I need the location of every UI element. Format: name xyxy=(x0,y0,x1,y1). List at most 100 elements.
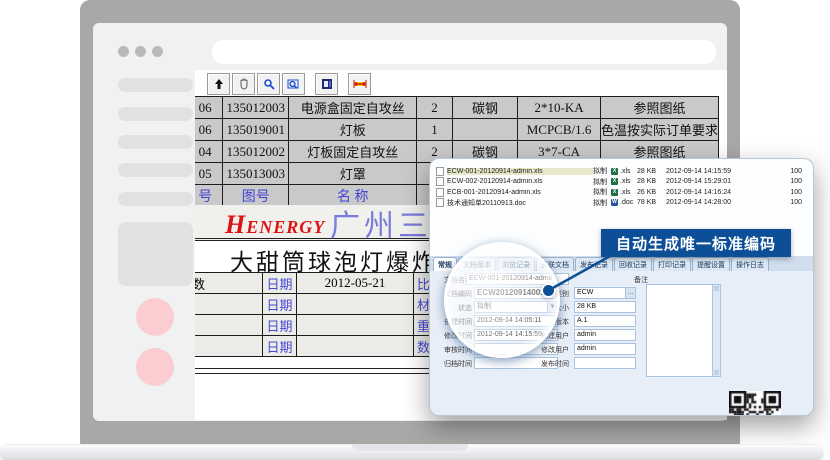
document-file-list: ECW-001-20120914-admin.xls 拟制 X .xls 28 … xyxy=(430,166,813,208)
publish-label: 发布时间 xyxy=(529,359,569,369)
category-field[interactable]: ECW… xyxy=(574,287,636,299)
bom-header-no: 号 xyxy=(195,185,223,207)
file-ext: .doc xyxy=(620,199,637,206)
sidebar-item-placeholder xyxy=(118,163,193,177)
bom-cell-name: 灯罩 xyxy=(289,163,417,185)
window-control-dot[interactable] xyxy=(152,46,163,57)
size-field: 28 KB xyxy=(574,301,636,313)
review-label: 审核时间 xyxy=(432,345,472,355)
window-control-dot[interactable] xyxy=(118,46,129,57)
file-time: 2012-09-14 14:15:59 xyxy=(666,168,750,175)
qr-code xyxy=(729,391,781,416)
file-size: 28 KB xyxy=(637,178,666,185)
toolbar-separator xyxy=(340,74,346,94)
publish-field xyxy=(574,357,636,369)
file-time: 2012-09-14 14:28:00 xyxy=(666,199,750,206)
file-size: 26 KB xyxy=(637,189,666,196)
bom-cell-no: 05 xyxy=(195,163,223,185)
bom-row: 06 135012003 电源盒固定自攻丝 2 碳钢 2*10-KA 参照图纸 xyxy=(195,97,719,119)
layout-view-icon[interactable] xyxy=(315,73,338,95)
callout-banner: 自动生成唯一标准编码 xyxy=(601,229,791,257)
file-ext: .xls xyxy=(620,189,637,196)
file-row[interactable]: ECW-002-20120914-admin.xls 拟制 X .xls 28 … xyxy=(430,177,813,188)
tab-operation-log[interactable]: 操作日志 xyxy=(731,257,769,271)
file-name: ECW-002-20120914-admin.xls xyxy=(447,178,593,185)
bom-cell-material xyxy=(452,119,517,141)
file-time: 2012-09-14 15:29:01 xyxy=(666,178,750,185)
callout-pointer-dot xyxy=(541,283,556,298)
file-row[interactable]: 技术通知单20110913.doc 拟制 W .doc 78 KB 2012-0… xyxy=(430,198,813,209)
tab-recycle-log[interactable]: 回收记录 xyxy=(614,257,652,271)
tab-print-log[interactable]: 打印记录 xyxy=(653,257,691,271)
date-left-cell xyxy=(195,294,263,315)
zoom-window-icon[interactable] xyxy=(257,73,280,95)
bom-cell-code: 135019001 xyxy=(223,119,289,141)
sidebar-avatar-circle xyxy=(136,298,174,336)
date-value xyxy=(297,336,414,357)
file-time: 2012-09-14 14:16:24 xyxy=(666,189,750,196)
date-label: 日期 xyxy=(263,336,297,357)
bom-cell-qty: 1 xyxy=(417,119,453,141)
file-status: 拟制 xyxy=(593,166,611,176)
file-score: 100 xyxy=(780,168,802,175)
magnifier-circle xyxy=(444,242,560,358)
date-row: 日期 数 xyxy=(195,336,448,357)
bom-header-code: 图号 xyxy=(223,185,289,207)
sidebar-item-placeholder xyxy=(118,78,193,92)
file-status: 拟制 xyxy=(593,187,611,197)
date-label: 日期 xyxy=(263,294,297,315)
date-value xyxy=(297,315,414,336)
bom-cell-material: 碳钢 xyxy=(452,97,517,119)
file-icon xyxy=(436,198,444,207)
file-status: 拟制 xyxy=(593,177,611,187)
file-row[interactable]: ECW-001-20120914-admin.xls 拟制 X .xls 28 … xyxy=(430,166,813,177)
bom-cell-no: 04 xyxy=(195,141,223,163)
tab-remind-config[interactable]: 提醒设置 xyxy=(692,257,730,271)
measure-ruler-icon[interactable] xyxy=(348,73,371,95)
sidebar-item-placeholder xyxy=(118,135,193,149)
file-name: 技术通知单20110913.doc xyxy=(447,198,593,208)
bom-cell-spec: MCPCB/1.6 xyxy=(518,119,601,141)
file-score: 100 xyxy=(780,199,802,206)
sidebar-avatar-circle xyxy=(136,348,174,386)
zoom-extents-icon[interactable] xyxy=(207,73,230,95)
file-ext: .xls xyxy=(620,168,637,175)
file-ext: .xls xyxy=(620,178,637,185)
sidebar-item-placeholder xyxy=(118,107,193,121)
date-left-cell: 数 xyxy=(195,273,263,294)
archive-label: 归档时间 xyxy=(432,359,472,369)
document-properties-dialog: ECW-001-20120914-admin.xls 拟制 X .xls 28 … xyxy=(429,158,814,416)
marketing-laptop-mockup: 06 135012003 电源盒固定自攻丝 2 碳钢 2*10-KA 参照图纸 … xyxy=(0,0,830,460)
bom-cell-name: 电源盒固定自攻丝 xyxy=(289,97,417,119)
bom-cell-name: 灯板 xyxy=(289,119,417,141)
file-score: 100 xyxy=(780,189,802,196)
pan-hand-icon[interactable] xyxy=(232,73,255,95)
toolbar-separator xyxy=(307,74,313,94)
date-left-cell xyxy=(195,336,263,357)
bom-cell-code: 135012003 xyxy=(223,97,289,119)
file-name: ECW-001-20120914-admin.xls xyxy=(447,168,593,175)
file-row[interactable]: ECB-001-20120914-admin.xls 拟制 X .xls 26 … xyxy=(430,187,813,198)
file-name: ECB-001-20120914-admin.xls xyxy=(447,189,593,196)
file-size: 78 KB xyxy=(637,199,666,206)
sidebar-item-placeholder xyxy=(118,192,193,206)
excel-file-icon: X xyxy=(611,189,618,196)
bom-cell-code: 135013003 xyxy=(223,163,289,185)
date-table: 数 日期 2012-05-21 比 日期 材 日期 重 xyxy=(195,272,448,357)
file-status: 拟制 xyxy=(593,198,611,208)
zoom-dynamic-icon[interactable] xyxy=(282,73,305,95)
bom-cell-no: 06 xyxy=(195,119,223,141)
browse-button[interactable]: … xyxy=(625,288,635,298)
bom-row: 06 135019001 灯板 1 MCPCB/1.6 色温按实际订单要求 xyxy=(195,119,719,141)
window-control-dot[interactable] xyxy=(135,46,146,57)
excel-file-icon: X xyxy=(611,168,618,175)
cad-toolbar xyxy=(207,73,371,95)
excel-file-icon: X xyxy=(611,178,618,185)
address-bar[interactable] xyxy=(212,40,716,64)
file-icon xyxy=(436,177,444,186)
tab-publish-log[interactable]: 发布记录 xyxy=(575,257,613,271)
file-icon xyxy=(436,167,444,176)
bom-cell-note: 参照图纸 xyxy=(600,97,718,119)
word-file-icon: W xyxy=(611,199,618,206)
file-icon xyxy=(436,188,444,197)
